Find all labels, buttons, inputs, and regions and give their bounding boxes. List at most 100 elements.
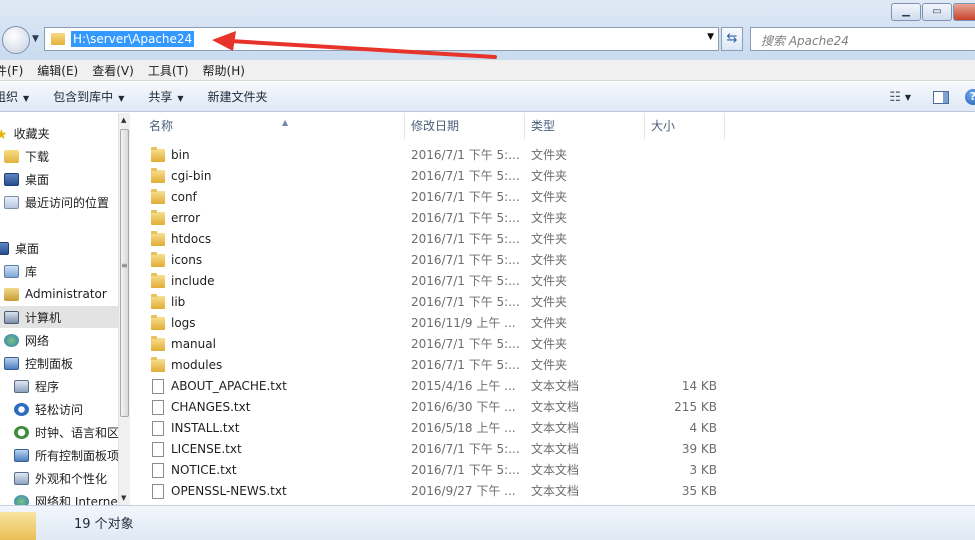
network-icon [4,333,19,347]
nav-item-network[interactable]: 网络 [0,329,118,351]
minimize-button[interactable]: ▁ [891,3,921,21]
appearance-icon [14,471,29,485]
nav-item-downloads[interactable]: 下载 [0,145,118,167]
folder-icon [151,147,165,162]
nav-item-clock-language-region[interactable]: 时钟、语言和区 [0,421,118,443]
nav-item-label: 时钟、语言和区 [35,425,118,440]
table-row[interactable]: cgi-bin 2016/7/1 下午 5:... 文件夹 [131,166,975,187]
table-row[interactable]: OPENSSL-NEWS.txt 2016/9/27 下午 ... 文本文档 35 K… [131,481,975,502]
preview-pane-icon[interactable] [933,90,949,104]
all-control-panel-icon [14,448,29,462]
table-row[interactable]: CHANGES.txt 2016/6/30 下午 ... 文本文档 215 KB [131,397,975,418]
ease-of-access-icon [14,402,29,416]
table-row[interactable]: lib 2016/7/1 下午 5:... 文件夹 [131,292,975,313]
column-header-name[interactable]: 名称 ▲ [143,113,405,139]
nav-item-ease-of-access[interactable]: 轻松访问 [0,398,118,420]
file-name: include [171,274,215,288]
back-button[interactable] [2,26,30,54]
file-date: 2015/4/16 上午 ... [411,379,516,393]
file-date: 2016/7/1 下午 5:... [411,211,520,225]
folder-icon [151,273,165,288]
file-name-cell: INSTALL.txt [151,418,406,439]
address-bar[interactable]: H:\server\Apache24 ▼ [44,27,719,51]
nav-item-programs[interactable]: 程序 [0,375,118,397]
menu-tools[interactable]: 工具(T) [141,62,196,79]
file-name-cell: icons [151,250,406,271]
include-in-library-button[interactable]: 包含到库中 ▼ [41,88,136,105]
chevron-down-icon: ▼ [23,94,30,103]
table-row[interactable]: bin 2016/7/1 下午 5:... 文件夹 [131,145,975,166]
navigation-scrollbar[interactable]: ▲ ≡ ▼ [118,113,130,505]
folder-icon [151,294,165,309]
table-row[interactable]: ABOUT_APACHE.txt 2015/4/16 上午 ... 文本文档 14 K… [131,376,975,397]
nav-item-label: 桌面 [15,241,40,256]
file-type: 文件夹 [531,211,568,225]
scrollbar-thumb[interactable] [120,129,129,417]
new-folder-button[interactable]: 新建文件夹 [196,88,280,105]
text-file-icon [152,463,164,478]
help-icon[interactable]: ? [965,89,975,105]
menu-view[interactable]: 查看(V) [85,62,141,79]
scroll-up-icon[interactable]: ▲ [121,116,126,124]
menu-file[interactable]: 件(F) [0,62,30,79]
file-date: 2016/7/1 下午 5:... [411,442,520,456]
table-row[interactable]: LICENSE.txt 2016/7/1 下午 5:... 文本文档 39 KB [131,439,975,460]
nav-item-desktop-favorite[interactable]: 桌面 [0,168,118,190]
search-input[interactable]: 搜索 Apache24 [750,27,975,51]
text-file-icon [152,421,164,436]
network-internet-icon [14,494,29,505]
nav-item-computer[interactable]: 计算机 [0,306,118,328]
nav-item-libraries[interactable]: 库 [0,260,118,282]
menu-edit[interactable]: 编辑(E) [30,62,85,79]
file-name: INSTALL.txt [171,421,240,435]
file-date: 2016/9/27 下午 ... [411,484,516,498]
table-row[interactable]: error 2016/7/1 下午 5:... 文件夹 [131,208,975,229]
menu-help[interactable]: 帮助(H) [196,62,252,79]
nav-item-control-panel[interactable]: 控制面板 [0,352,118,374]
nav-item-recent-places[interactable]: 最近访问的位置 [0,191,118,213]
column-header-type[interactable]: 类型 [525,113,645,139]
maximize-button[interactable]: ▭ [922,3,952,21]
close-button[interactable] [953,3,975,21]
address-path[interactable]: H:\server\Apache24 [71,31,195,47]
nav-item-administrator[interactable]: Administrator [0,283,118,305]
file-date: 2016/7/1 下午 5:... [411,295,520,309]
table-row[interactable]: manual 2016/7/1 下午 5:... 文件夹 [131,334,975,355]
view-mode-icon[interactable]: ☷ [889,90,901,105]
organize-button[interactable]: 组织 ▼ [0,88,41,105]
share-button[interactable]: 共享 ▼ [136,88,195,105]
folder-icon [151,252,165,267]
table-row[interactable]: logs 2016/11/9 上午 ... 文件夹 [131,313,975,334]
scroll-down-icon[interactable]: ▼ [121,494,126,502]
column-header-size[interactable]: 大小 [645,113,725,139]
file-name-cell: ABOUT_APACHE.txt [151,376,406,397]
nav-item-appearance[interactable]: 外观和个性化 [0,467,118,489]
column-header-date[interactable]: 修改日期 [405,113,525,139]
share-label: 共享 [148,90,173,104]
address-history-chevron-down-icon[interactable]: ▼ [707,32,714,42]
nav-item-all-control-panel-items[interactable]: 所有控制面板项 [0,444,118,466]
refresh-button[interactable]: ⇆ [721,27,743,51]
view-options-chevron-down-icon[interactable]: ▼ [905,93,911,102]
nav-item-favorites[interactable]: ★ 收藏夹 [0,122,118,144]
desktop-icon [4,172,19,186]
file-list: 名称 ▲ 修改日期 类型 大小 bin 2016/7/1 下午 5:... 文件夹 c… [131,113,975,505]
table-row[interactable]: include 2016/7/1 下午 5:... 文件夹 [131,271,975,292]
table-row[interactable]: conf 2016/7/1 下午 5:... 文件夹 [131,187,975,208]
file-type: 文件夹 [531,232,568,246]
nav-item-desktop[interactable]: 桌面 [0,237,118,259]
recent-pages-chevron-down-icon[interactable]: ▼ [32,34,39,44]
table-row[interactable]: INSTALL.txt 2016/5/18 上午 ... 文本文档 4 KB [131,418,975,439]
file-name-cell: CHANGES.txt [151,397,406,418]
file-name: icons [171,253,203,267]
nav-item-label: 计算机 [25,310,62,325]
file-name: logs [171,316,196,330]
table-row[interactable]: NOTICE.txt 2016/7/1 下午 5:... 文本文档 3 KB [131,460,975,481]
folder-icon [151,357,165,372]
table-row[interactable]: htdocs 2016/7/1 下午 5:... 文件夹 [131,229,975,250]
table-row[interactable]: modules 2016/7/1 下午 5:... 文件夹 [131,355,975,376]
menu-bar: 件(F) 编辑(E) 查看(V) 工具(T) 帮助(H) [0,60,975,81]
nav-item-network-internet[interactable]: 网络和 Interne [0,490,118,505]
file-name-cell: error [151,208,406,229]
table-row[interactable]: icons 2016/7/1 下午 5:... 文件夹 [131,250,975,271]
